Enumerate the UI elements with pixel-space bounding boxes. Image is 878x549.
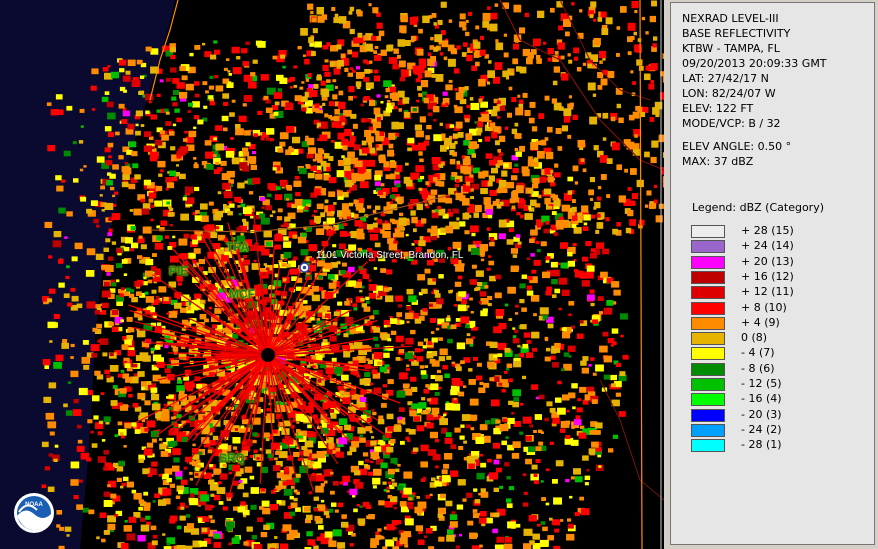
legend-swatch bbox=[691, 316, 725, 330]
legend-label: + 28 (15) bbox=[741, 224, 794, 237]
legend-label: - 24 (2) bbox=[741, 422, 782, 436]
noaa-logo: NOAA bbox=[13, 492, 55, 534]
legend-label: - 8 (6) bbox=[741, 361, 775, 375]
svg-text:NOAA: NOAA bbox=[25, 502, 43, 508]
legend-label: - 4 (7) bbox=[741, 346, 775, 360]
legend-swatch bbox=[691, 255, 725, 269]
legend-label: + 20 (13) bbox=[741, 254, 794, 268]
legend-label: - 28 (1) bbox=[741, 438, 782, 452]
legend-label: - 16 (4) bbox=[741, 392, 782, 406]
legend-label: + 24 (14) bbox=[741, 239, 794, 253]
legend-label: + 16 (12) bbox=[741, 269, 794, 283]
city-label-pie: PIE bbox=[169, 264, 189, 278]
header-line-lon: LON: 82/24/07 W bbox=[682, 87, 776, 100]
header-line-mode: MODE/VCP: B / 32 bbox=[682, 117, 781, 130]
legend-title: Legend: dBZ (Category) bbox=[692, 201, 824, 214]
legend-swatch bbox=[691, 423, 725, 437]
max-dbz: MAX: 37 dBZ bbox=[682, 155, 754, 168]
header-line-station: KTBW - TAMPA, FL bbox=[682, 42, 780, 55]
legend-label: - 20 (3) bbox=[741, 407, 782, 421]
legend-swatch bbox=[691, 393, 725, 407]
elev-angle: ELEV ANGLE: 0.50 ° bbox=[682, 140, 792, 153]
legend-label: + 8 (10) bbox=[741, 300, 787, 314]
radar-map[interactable]: TPA PIE MCF SRQ 1101 Victoria Street, Br… bbox=[0, 0, 664, 549]
location-marker-icon[interactable] bbox=[299, 262, 310, 273]
legend-swatch bbox=[691, 347, 725, 361]
legend-label: + 12 (11) bbox=[741, 285, 794, 299]
legend-swatch bbox=[691, 408, 725, 422]
location-marker-label: 1101 Victoria Street, Brandon, FL bbox=[316, 250, 464, 261]
legend-swatch bbox=[691, 378, 725, 391]
legend-swatch bbox=[691, 301, 725, 315]
city-label-mcf: MCF bbox=[229, 287, 255, 301]
header-line-product: NEXRAD LEVEL-III bbox=[682, 12, 779, 25]
legend-swatch bbox=[691, 362, 725, 376]
legend-swatch bbox=[691, 286, 725, 300]
city-label-tpa: TPA bbox=[226, 240, 250, 254]
legend-label: 0 (8) bbox=[741, 331, 768, 345]
info-panel: NEXRAD LEVEL-III BASE REFLECTIVITY KTBW … bbox=[670, 2, 875, 545]
header-line-lat: LAT: 27/42/17 N bbox=[682, 72, 769, 85]
legend-label: + 4 (9) bbox=[741, 315, 780, 329]
city-label-srq: SRQ bbox=[219, 451, 246, 465]
header-line-timestamp: 09/20/2013 20:09:33 GMT bbox=[682, 57, 827, 70]
header-line-type: BASE REFLECTIVITY bbox=[682, 27, 791, 40]
legend-swatch bbox=[691, 332, 725, 346]
header-line-elev: ELEV: 122 FT bbox=[682, 102, 754, 115]
radar-reflectivity-image bbox=[0, 0, 664, 549]
legend-swatch bbox=[691, 240, 725, 254]
legend-swatch bbox=[691, 270, 725, 284]
legend-label: - 12 (5) bbox=[741, 377, 782, 390]
legend-swatch bbox=[691, 225, 725, 238]
legend-swatch bbox=[691, 439, 725, 453]
